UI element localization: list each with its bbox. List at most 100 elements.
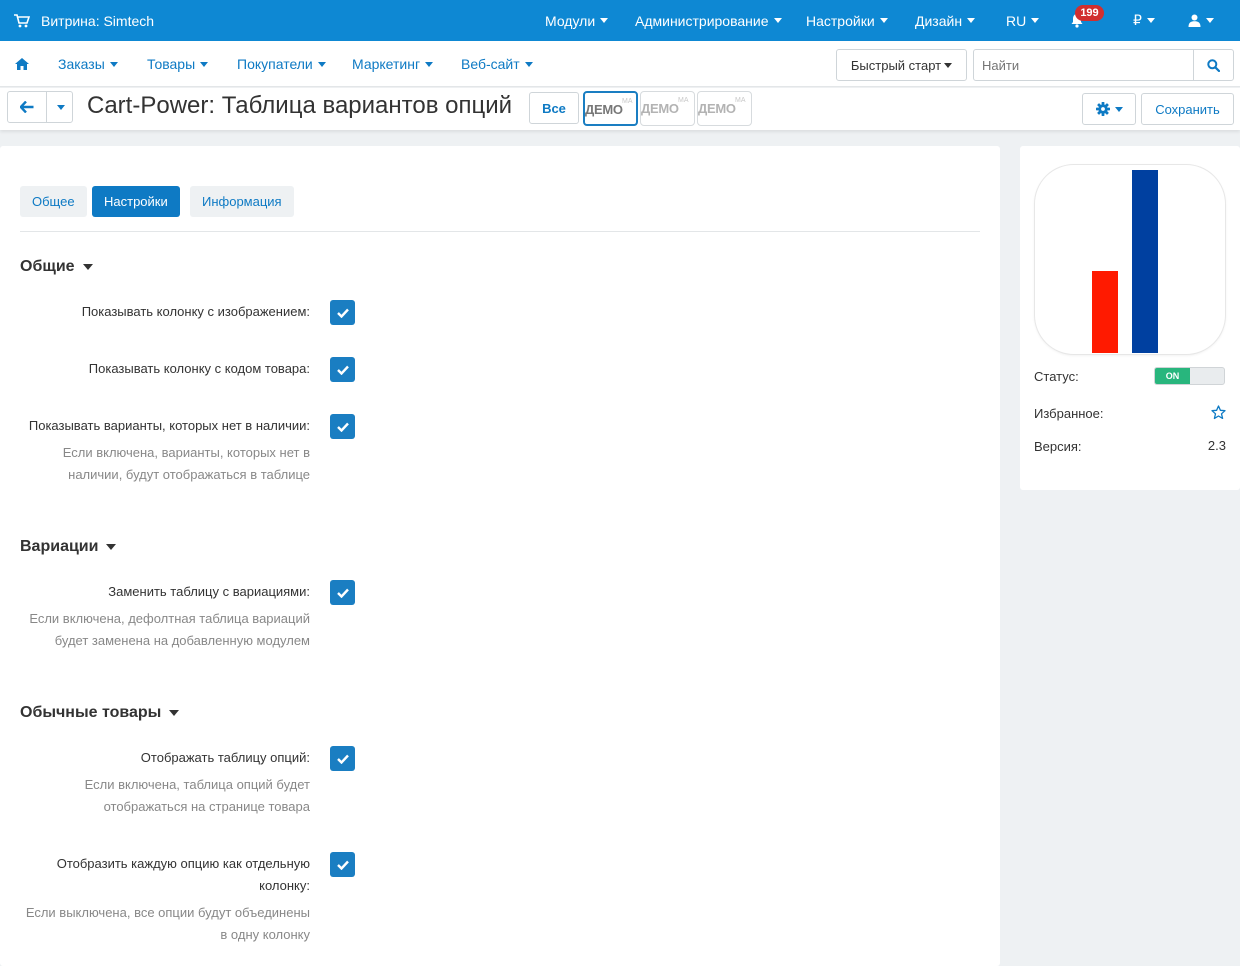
nav-website[interactable]: Веб-сайт	[461, 41, 533, 87]
setting-label-separate-columns-line1: Отобразить каждую опцию как отдельную	[56, 856, 310, 871]
storefront-demo-label: ДЕМО	[585, 102, 623, 117]
section-general[interactable]: Общие	[20, 258, 93, 276]
setting-help-replace-variations-line1: Если включена, дефолтная таблица вариаци…	[29, 611, 310, 626]
chevron-down-icon	[425, 61, 434, 67]
chevron-down-icon	[524, 61, 533, 67]
chevron-down-icon	[109, 61, 118, 67]
check-icon	[336, 860, 349, 870]
cart-icon	[14, 13, 30, 27]
logo-bar-blue	[1132, 170, 1158, 353]
arrow-left-icon	[20, 101, 34, 113]
save-button[interactable]: Сохранить	[1141, 93, 1234, 125]
check-icon	[336, 588, 349, 598]
section-general-title: Общие	[20, 258, 75, 275]
section-regular-products[interactable]: Обычные товары	[20, 704, 180, 722]
nav-products-label: Товары	[147, 56, 196, 72]
storefront-demo-sub: MA	[622, 98, 633, 105]
check-icon	[336, 308, 349, 318]
section-variations-title: Вариации	[20, 538, 99, 555]
chevron-down-icon	[200, 61, 209, 67]
home-button[interactable]	[15, 41, 29, 87]
menu-modules-label: Модули	[545, 12, 596, 29]
chevron-down-icon	[317, 61, 326, 67]
chevron-down-icon	[82, 263, 93, 270]
tab-information[interactable]: Информация	[190, 186, 294, 217]
settings-panel: Общее Настройки Информация Общие Показыв…	[0, 146, 1000, 966]
all-storefronts-button[interactable]: Все	[529, 92, 579, 124]
nav-marketing[interactable]: Маркетинг	[352, 41, 434, 87]
chevron-down-icon	[773, 18, 782, 23]
favorite-label: Избранное:	[1034, 406, 1104, 421]
top-bar: Витрина: Simtech Модули Администрировани…	[0, 0, 1240, 41]
status-toggle-on: ON	[1155, 368, 1190, 384]
quick-start-label: Быстрый старт	[850, 57, 942, 73]
currency-selector[interactable]: ₽	[1133, 0, 1155, 41]
checkbox-out-of-stock[interactable]	[330, 414, 355, 439]
checkbox-replace-variations[interactable]	[330, 580, 355, 605]
nav-orders-label: Заказы	[58, 56, 105, 72]
chevron-down-icon	[169, 709, 180, 716]
nav-marketing-label: Маркетинг	[352, 56, 421, 72]
setting-label-out-of-stock: Показывать варианты, которых нет в налич…	[28, 418, 310, 433]
checkbox-separate-columns[interactable]	[330, 852, 355, 877]
menu-administration[interactable]: Администрирование	[635, 0, 782, 41]
storefront-selector[interactable]: Витрина: Simtech	[14, 0, 154, 41]
search-button[interactable]	[1193, 50, 1233, 80]
checkbox-code-column[interactable]	[330, 357, 355, 382]
title-bar: Cart-Power: Таблица вариантов опций Все …	[0, 88, 1240, 130]
version-value: 2.3	[1207, 438, 1226, 453]
tab-settings[interactable]: Настройки	[92, 186, 180, 217]
setting-label-separate-columns-line2: колонку:	[259, 878, 310, 893]
check-icon	[336, 754, 349, 764]
menu-settings[interactable]: Настройки	[806, 0, 888, 41]
user-menu[interactable]	[1188, 0, 1214, 41]
storefront-demo-3[interactable]: ДЕМО MA	[697, 91, 752, 126]
storefront-demo-1[interactable]: ДЕМО MA	[583, 91, 638, 126]
tab-general[interactable]: Общее	[20, 186, 87, 217]
checkbox-image-column[interactable]	[330, 300, 355, 325]
storefront-demo-2[interactable]: ДЕМО MA	[640, 91, 695, 126]
setting-label-options-table: Отображать таблицу опций:	[140, 750, 310, 765]
status-toggle[interactable]: ON	[1154, 367, 1225, 385]
search-input[interactable]	[974, 50, 1194, 80]
back-button[interactable]	[8, 92, 47, 122]
storefront-demo-label: ДЕМО	[641, 101, 679, 116]
chevron-down-icon	[944, 62, 953, 68]
nav-customers-label: Покупатели	[237, 56, 313, 72]
menu-modules[interactable]: Модули	[545, 0, 609, 41]
nav-orders[interactable]: Заказы	[58, 41, 118, 87]
chevron-down-icon	[1031, 18, 1040, 23]
setting-help-replace-variations-line2: будет заменена на добавленную модулем	[54, 633, 310, 648]
settings-dropdown-button[interactable]	[1082, 93, 1136, 125]
back-dropdown-button[interactable]	[48, 92, 73, 122]
addon-logo	[1034, 164, 1226, 355]
search-icon	[1207, 58, 1220, 72]
setting-help-options-table-line1: Если включена, таблица опций будет	[84, 777, 310, 792]
menu-administration-label: Администрирование	[635, 12, 769, 29]
user-icon	[1188, 14, 1201, 27]
star-icon[interactable]	[1211, 405, 1226, 420]
section-regular-products-title: Обычные товары	[20, 704, 162, 721]
gear-icon	[1095, 102, 1110, 116]
section-variations[interactable]: Вариации	[20, 538, 117, 556]
menu-settings-label: Настройки	[806, 12, 875, 29]
tab-divider	[20, 231, 980, 232]
logo-bar-red	[1092, 271, 1118, 353]
version-label: Версия:	[1034, 439, 1082, 454]
storefront-demo-sub: MA	[735, 97, 746, 104]
language-label: RU	[1006, 12, 1027, 29]
chevron-down-icon	[600, 18, 609, 23]
setting-label-code-column: Показывать колонку с кодом товара:	[88, 361, 310, 376]
quick-start-button[interactable]: Быстрый старт	[836, 49, 967, 81]
currency-label: ₽	[1133, 12, 1142, 28]
nav-products[interactable]: Товары	[147, 41, 209, 87]
page-title: Cart-Power: Таблица вариантов опций	[87, 92, 513, 119]
chevron-down-icon	[1146, 18, 1155, 23]
language-selector[interactable]: RU	[1006, 0, 1040, 41]
setting-help-out-of-stock-line2: наличии, будут отображаться в таблице	[68, 467, 310, 482]
checkbox-options-table[interactable]	[330, 746, 355, 771]
nav-customers[interactable]: Покупатели	[237, 41, 326, 87]
setting-label-replace-variations: Заменить таблицу с вариациями:	[108, 584, 310, 599]
menu-design[interactable]: Дизайн	[915, 0, 976, 41]
main-navigation: Заказы Товары Покупатели Маркетинг Веб-с…	[0, 41, 1240, 87]
